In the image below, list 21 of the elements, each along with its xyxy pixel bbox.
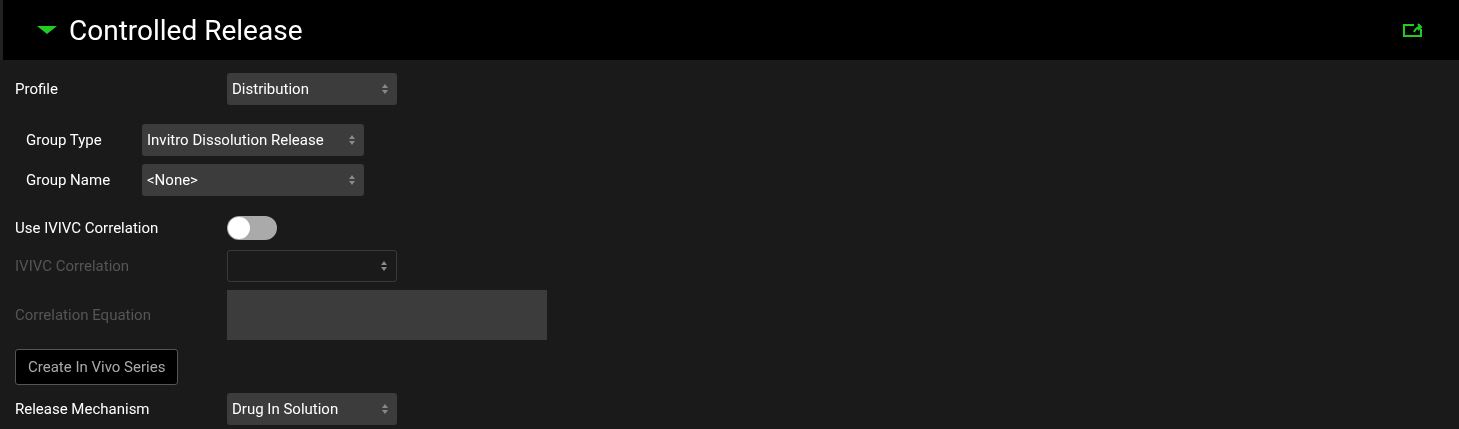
export-icon[interactable]	[1403, 23, 1423, 37]
sort-arrows-icon	[380, 260, 388, 272]
field-label: Group Name	[26, 171, 112, 189]
caret-icon[interactable]	[37, 26, 57, 34]
dropdown-field[interactable]: Invitro Dissolution Release	[142, 124, 364, 156]
sort-arrows-icon	[381, 83, 389, 95]
toggle-switch[interactable]	[227, 216, 277, 240]
sort-arrows-icon	[348, 134, 356, 146]
field-label: Group Type	[26, 131, 103, 149]
field-label: Use IVIVC Correlation	[15, 219, 160, 237]
create-series-button[interactable]: Create In Vivo Series	[15, 349, 179, 385]
section-title: Controlled Release	[69, 13, 303, 47]
dropdown-field[interactable]: Distribution	[227, 73, 397, 105]
sort-arrows-icon	[381, 403, 389, 415]
field-label: Release Mechanism	[15, 400, 151, 418]
dropdown-field[interactable]: <None>	[142, 164, 364, 196]
field-label: Profile	[15, 80, 59, 98]
field-label: Correlation Equation	[15, 306, 152, 324]
field-label: IVIVC Correlation	[15, 257, 131, 275]
dropdown-field[interactable]: Drug In Solution	[227, 393, 397, 425]
sort-arrows-icon	[348, 174, 356, 186]
